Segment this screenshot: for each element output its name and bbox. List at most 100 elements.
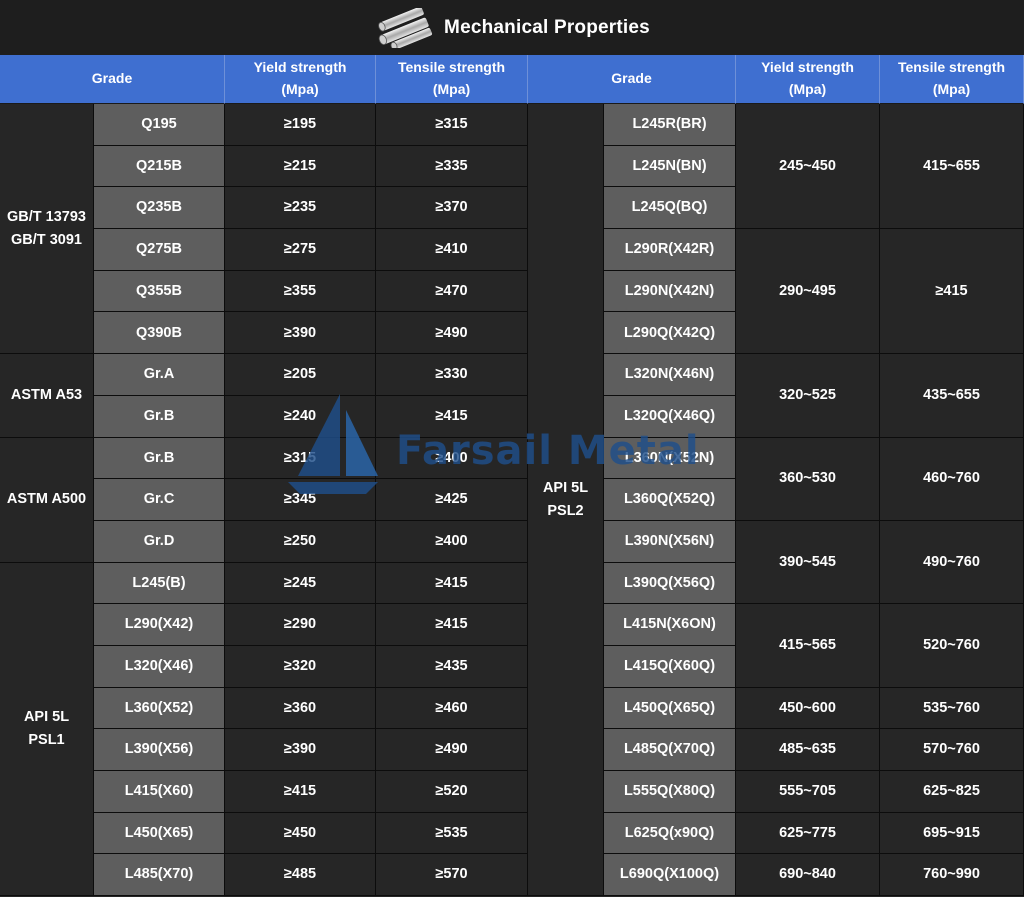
psl2-grade-cell: L625Q(x90Q) xyxy=(604,812,736,855)
psl2-yield-cell: 450~600 xyxy=(736,687,880,730)
grade-cell: Gr.D xyxy=(94,520,225,563)
psl2-yield-cell: 485~635 xyxy=(736,729,880,771)
yield-cell: ≥195 xyxy=(225,104,376,146)
grade-cell: L290(X42) xyxy=(94,604,225,646)
psl2-yield-cell: 555~705 xyxy=(736,771,880,813)
mechanical-properties-table: Grade Yield strength (Mpa) Tensile strengt… xyxy=(0,55,1024,897)
grade-cell: Gr.A xyxy=(94,354,225,396)
grade-cell: L245(B) xyxy=(94,562,225,605)
yield-cell: ≥345 xyxy=(225,479,376,521)
yield-cell: ≥215 xyxy=(225,145,376,188)
tensile-cell: ≥410 xyxy=(376,229,528,271)
yield-cell: ≥390 xyxy=(225,312,376,355)
psl2-grade-cell: L290N(X42N) xyxy=(604,270,736,313)
psl2-grade-cell: L290Q(X42Q) xyxy=(604,312,736,355)
header-tensile-left: Tensile strength (Mpa) xyxy=(376,55,528,104)
grade-cell: Q235B xyxy=(94,187,225,230)
psl2-yield-cell: 690~840 xyxy=(736,854,880,897)
grade-cell: L485(X70) xyxy=(94,854,225,897)
grade-cell: Gr.B xyxy=(94,395,225,438)
tensile-cell: ≥330 xyxy=(376,354,528,396)
grade-cell: L320(X46) xyxy=(94,645,225,688)
psl2-tensile-cell: 570~760 xyxy=(880,729,1024,771)
psl2-yield-cell: 245~450 xyxy=(736,104,880,230)
psl2-tensile-cell: 760~990 xyxy=(880,854,1024,897)
psl2-grade-cell: L390Q(X56Q) xyxy=(604,562,736,605)
psl2-yield-cell: 320~525 xyxy=(736,354,880,438)
steel-pipes-icon xyxy=(378,7,433,48)
yield-cell: ≥245 xyxy=(225,562,376,605)
psl2-grade-cell: L320Q(X46Q) xyxy=(604,395,736,438)
grade-cell: L415(X60) xyxy=(94,771,225,813)
header-yield-left: Yield strength (Mpa) xyxy=(225,55,376,104)
yield-cell: ≥290 xyxy=(225,604,376,646)
psl2-grade-cell: L245R(BR) xyxy=(604,104,736,146)
yield-cell: ≥450 xyxy=(225,812,376,855)
psl2-yield-cell: 390~545 xyxy=(736,520,880,605)
grade-cell: Gr.B xyxy=(94,437,225,480)
tensile-cell: ≥415 xyxy=(376,395,528,438)
yield-cell: ≥240 xyxy=(225,395,376,438)
standard-label: ASTM A500 xyxy=(0,437,94,563)
title-inner: Mechanical Properties xyxy=(374,7,650,48)
tensile-cell: ≥470 xyxy=(376,270,528,313)
psl2-grade-cell: L415Q(X60Q) xyxy=(604,645,736,688)
tensile-cell: ≥520 xyxy=(376,771,528,813)
tensile-cell: ≥400 xyxy=(376,520,528,563)
yield-cell: ≥315 xyxy=(225,437,376,480)
grade-cell: Q195 xyxy=(94,104,225,146)
grade-cell: Gr.C xyxy=(94,479,225,521)
psl2-grade-cell: L360N(X52N) xyxy=(604,437,736,480)
grade-cell: L450(X65) xyxy=(94,812,225,855)
yield-cell: ≥235 xyxy=(225,187,376,230)
psl2-grade-cell: L415N(X6ON) xyxy=(604,604,736,646)
tensile-cell: ≥315 xyxy=(376,104,528,146)
standard-label: ASTM A53 xyxy=(0,354,94,438)
psl2-yield-cell: 290~495 xyxy=(736,229,880,355)
header-yield-right: Yield strength (Mpa) xyxy=(736,55,880,104)
yield-cell: ≥390 xyxy=(225,729,376,771)
grade-cell: Q275B xyxy=(94,229,225,271)
yield-cell: ≥275 xyxy=(225,229,376,271)
standard-label-api-psl2: API 5L PSL2 xyxy=(528,104,604,897)
yield-cell: ≥415 xyxy=(225,771,376,813)
grade-cell: Q390B xyxy=(94,312,225,355)
psl2-grade-cell: L290R(X42R) xyxy=(604,229,736,271)
psl2-tensile-cell: 520~760 xyxy=(880,604,1024,688)
psl2-grade-cell: L245Q(BQ) xyxy=(604,187,736,230)
tensile-cell: ≥435 xyxy=(376,645,528,688)
psl2-tensile-cell: ≥415 xyxy=(880,229,1024,355)
tensile-cell: ≥490 xyxy=(376,729,528,771)
psl2-yield-cell: 625~775 xyxy=(736,812,880,855)
grade-cell: L360(X52) xyxy=(94,687,225,730)
psl2-yield-cell: 415~565 xyxy=(736,604,880,688)
standard-label: GB/T 13793 GB/T 3091 xyxy=(0,104,94,355)
psl2-tensile-cell: 435~655 xyxy=(880,354,1024,438)
psl2-tensile-cell: 695~915 xyxy=(880,812,1024,855)
tensile-cell: ≥335 xyxy=(376,145,528,188)
psl2-tensile-cell: 415~655 xyxy=(880,104,1024,230)
tensile-cell: ≥570 xyxy=(376,854,528,897)
yield-cell: ≥360 xyxy=(225,687,376,730)
psl2-grade-cell: L320N(X46N) xyxy=(604,354,736,396)
header-tensile-right: Tensile strength (Mpa) xyxy=(880,55,1024,104)
yield-cell: ≥355 xyxy=(225,270,376,313)
tensile-cell: ≥400 xyxy=(376,437,528,480)
yield-cell: ≥205 xyxy=(225,354,376,396)
yield-cell: ≥485 xyxy=(225,854,376,897)
header-grade-left: Grade xyxy=(0,55,225,104)
psl2-tensile-cell: 625~825 xyxy=(880,771,1024,813)
grade-cell: L390(X56) xyxy=(94,729,225,771)
tensile-cell: ≥425 xyxy=(376,479,528,521)
psl2-grade-cell: L690Q(X100Q) xyxy=(604,854,736,897)
tensile-cell: ≥460 xyxy=(376,687,528,730)
tensile-cell: ≥490 xyxy=(376,312,528,355)
psl2-tensile-cell: 535~760 xyxy=(880,687,1024,730)
page-title: Mechanical Properties xyxy=(444,16,650,38)
grade-cell: Q355B xyxy=(94,270,225,313)
psl2-grade-cell: L245N(BN) xyxy=(604,145,736,188)
yield-cell: ≥320 xyxy=(225,645,376,688)
psl2-grade-cell: L360Q(X52Q) xyxy=(604,479,736,521)
yield-cell: ≥250 xyxy=(225,520,376,563)
tensile-cell: ≥415 xyxy=(376,562,528,605)
